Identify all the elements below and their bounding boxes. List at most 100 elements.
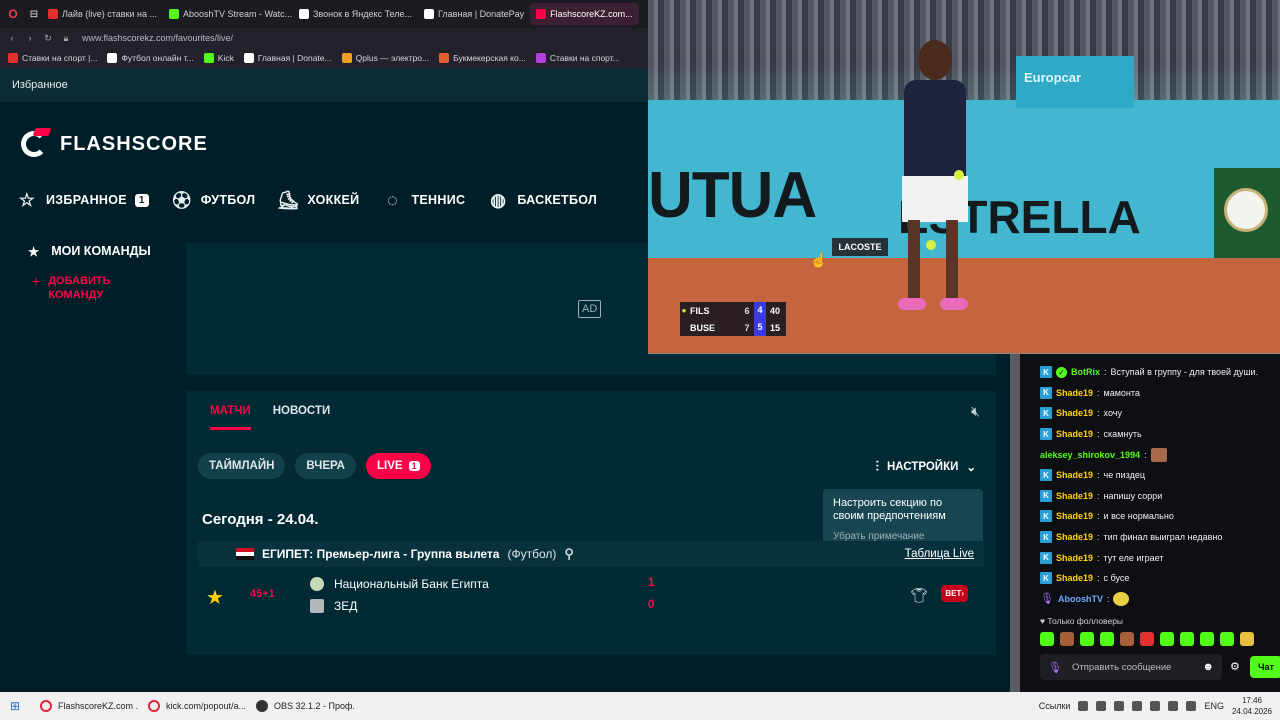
taskbar-item[interactable]: kick.com/popout/a... bbox=[138, 693, 246, 719]
yesterday-button[interactable]: ВЧЕРА bbox=[295, 453, 356, 479]
tray-icon[interactable] bbox=[1132, 701, 1143, 711]
favorite-star-icon[interactable]: ★ bbox=[206, 585, 224, 610]
flashscore-logo[interactable]: FLASHSCORE bbox=[18, 128, 208, 160]
emote-icon[interactable] bbox=[1040, 632, 1054, 646]
nav-hockey[interactable]: ⛸︎ ХОККЕЙ bbox=[277, 189, 359, 211]
tray-icon[interactable] bbox=[1078, 701, 1089, 711]
followers-only-label: Только фолловеры bbox=[1047, 616, 1124, 626]
emote-icon[interactable] bbox=[1140, 632, 1154, 646]
bookmark[interactable]: Футбол онлайн т... bbox=[107, 53, 194, 63]
bookmark[interactable]: Kick bbox=[203, 53, 234, 63]
gear-icon[interactable]: ⚙ bbox=[1230, 660, 1240, 673]
bookmark[interactable]: Qplus — электро... bbox=[341, 53, 429, 63]
chat-message: K Shade19: тип финал выиграл недавно bbox=[1040, 527, 1280, 548]
chat-input[interactable]: 🎙︎ Отправить сообщение ☻ bbox=[1040, 654, 1222, 680]
emote-bar bbox=[1040, 632, 1254, 646]
live-table-link[interactable]: Таблица Live bbox=[905, 548, 974, 560]
chat-username[interactable]: aleksey_shirokov_1994 bbox=[1040, 450, 1140, 460]
back-icon[interactable]: ‹ bbox=[6, 33, 18, 43]
emote-icon[interactable] bbox=[1220, 632, 1234, 646]
emote-icon[interactable] bbox=[1120, 632, 1134, 646]
nav-basketball[interactable]: ◍ БАСКЕТБОЛ bbox=[487, 189, 597, 211]
chat-username[interactable]: Shade19 bbox=[1056, 532, 1093, 542]
tray-icon[interactable] bbox=[1096, 701, 1107, 711]
chat-username[interactable]: Shade19 bbox=[1056, 511, 1093, 521]
date-heading: Сегодня - 24.04. bbox=[202, 511, 319, 528]
matches-panel: МАТЧИ НОВОСТИ 🔇︎ ТАЙМЛАЙН ВЧЕРА LIVE 1 ⫶ … bbox=[186, 391, 996, 655]
match-row[interactable]: ★ 45+1 Национальный Банк Египта ЗЕД 1 0 … bbox=[198, 573, 984, 617]
pin-icon[interactable]: ⚲ bbox=[564, 546, 574, 562]
bookmark-favicon-icon bbox=[203, 53, 214, 63]
tray-icon[interactable] bbox=[1168, 701, 1179, 711]
tabs-menu-icon[interactable]: ⊟ bbox=[26, 3, 42, 25]
links-toolbar[interactable]: Ссылки bbox=[1039, 701, 1071, 711]
bet-button[interactable]: BET› bbox=[941, 585, 968, 602]
bookmark[interactable]: Букмекерская ко... bbox=[439, 53, 526, 63]
bookmark[interactable]: Ставки на спорт... bbox=[535, 53, 620, 63]
emote-icon[interactable] bbox=[1240, 632, 1254, 646]
ad-label: AD bbox=[578, 300, 602, 318]
chat-send-button[interactable]: Чат bbox=[1250, 656, 1280, 678]
bookmark[interactable]: Ставки на спорт |... bbox=[8, 53, 97, 63]
settings-button[interactable]: ⫶ НАСТРОЙКИ ⌄ bbox=[875, 458, 976, 475]
nav-tennis[interactable]: ◌ ТЕННИС bbox=[381, 189, 465, 211]
emoji-picker-icon[interactable]: ☻ bbox=[1202, 661, 1214, 673]
taskbar-item[interactable]: FlashscoreKZ.com ... bbox=[30, 693, 138, 719]
emote-icon[interactable] bbox=[1180, 632, 1194, 646]
chat-username[interactable]: Shade19 bbox=[1056, 408, 1093, 418]
kick-badge-icon: K bbox=[1040, 407, 1052, 420]
browser-tab[interactable]: Лайв (live) ставки на ... bbox=[42, 3, 163, 25]
emote-icon[interactable] bbox=[1080, 632, 1094, 646]
tab-matches[interactable]: МАТЧИ bbox=[210, 405, 251, 430]
chat-message: aleksey_shirokov_1994: bbox=[1040, 444, 1280, 465]
chat-username[interactable]: Shade19 bbox=[1056, 388, 1093, 398]
nav-favorites[interactable]: ☆ ИЗБРАННОЕ 1 bbox=[16, 189, 149, 211]
opera-icon[interactable]: O bbox=[0, 7, 26, 21]
nav-label: ФУТБОЛ bbox=[200, 193, 256, 207]
emote-icon bbox=[1150, 447, 1167, 462]
sliders-icon: ⫶ bbox=[875, 458, 879, 474]
bookmark-favicon-icon bbox=[439, 53, 450, 63]
taskbar-item[interactable]: OBS 32.1.2 - Проф... bbox=[246, 693, 354, 719]
emote-icon[interactable] bbox=[1060, 632, 1074, 646]
stream-video[interactable]: Europcar UTUA ESTRELLA LACOSTE ☝ ● FILS … bbox=[648, 0, 1280, 354]
volume-icon[interactable] bbox=[1186, 701, 1197, 711]
chat-username[interactable]: Shade19 bbox=[1056, 573, 1093, 583]
emote-icon[interactable] bbox=[1200, 632, 1214, 646]
emote-icon[interactable] bbox=[1100, 632, 1114, 646]
chat-username[interactable]: Shade19 bbox=[1056, 470, 1093, 480]
language-indicator[interactable]: ENG bbox=[1204, 701, 1224, 711]
chat-username[interactable]: Shade19 bbox=[1056, 553, 1093, 563]
browser-tab-active[interactable]: FlashscoreKZ.com... bbox=[530, 3, 639, 25]
timeline-button[interactable]: ТАЙМЛАЙН bbox=[198, 453, 286, 479]
add-team-button[interactable]: + ДОБАВИТЬ КОМАНДУ bbox=[0, 274, 185, 302]
nav-football[interactable]: ⚽︎ ФУТБОЛ bbox=[171, 189, 256, 211]
chat-username[interactable]: BotRix bbox=[1071, 367, 1100, 377]
emote-icon[interactable] bbox=[1160, 632, 1174, 646]
mic-icon[interactable]: 🎙︎ bbox=[1048, 661, 1062, 674]
windows-start-icon[interactable]: ⊞ bbox=[0, 699, 30, 713]
tooltip-text: Настроить секцию по своим предпочтениям bbox=[833, 497, 946, 522]
reload-icon[interactable]: ↻ bbox=[42, 33, 54, 44]
browser-tab[interactable]: AbooshTV Stream - Watc... bbox=[163, 3, 293, 25]
live-button[interactable]: LIVE 1 bbox=[366, 453, 431, 479]
chat-username[interactable]: Shade19 bbox=[1056, 491, 1093, 501]
system-clock[interactable]: 17:46 24.04.2026 bbox=[1232, 695, 1272, 717]
league-header[interactable]: ЕГИПЕТ: Премьер-лига - Группа вылета (Фу… bbox=[198, 541, 984, 567]
mute-icon[interactable]: 🔇︎ bbox=[971, 403, 980, 420]
url-field[interactable]: www.flashscorekz.com/favourites/live/ bbox=[82, 33, 233, 43]
lineup-shirt-icon[interactable]: 👕︎ bbox=[910, 587, 928, 604]
league-sport: (Футбол) bbox=[507, 547, 557, 561]
chat-username[interactable]: Shade19 bbox=[1056, 429, 1093, 439]
chat-input-placeholder: Отправить сообщение bbox=[1071, 661, 1172, 673]
forward-icon[interactable]: › bbox=[24, 33, 36, 43]
tray-icon[interactable] bbox=[1114, 701, 1125, 711]
tab-news[interactable]: НОВОСТИ bbox=[273, 405, 331, 430]
tray-icon[interactable] bbox=[1150, 701, 1161, 711]
browser-tab[interactable]: Звонок в Яндекс Теле... bbox=[293, 3, 418, 25]
browser-tab[interactable]: Главная | DonatePay bbox=[418, 3, 530, 25]
filters: ТАЙМЛАЙН ВЧЕРА LIVE 1 bbox=[198, 453, 431, 479]
chat-username[interactable]: AbooshTV bbox=[1058, 594, 1103, 604]
kick-badge-icon: K bbox=[1040, 386, 1052, 399]
bookmark[interactable]: Главная | Donate... bbox=[243, 53, 332, 63]
